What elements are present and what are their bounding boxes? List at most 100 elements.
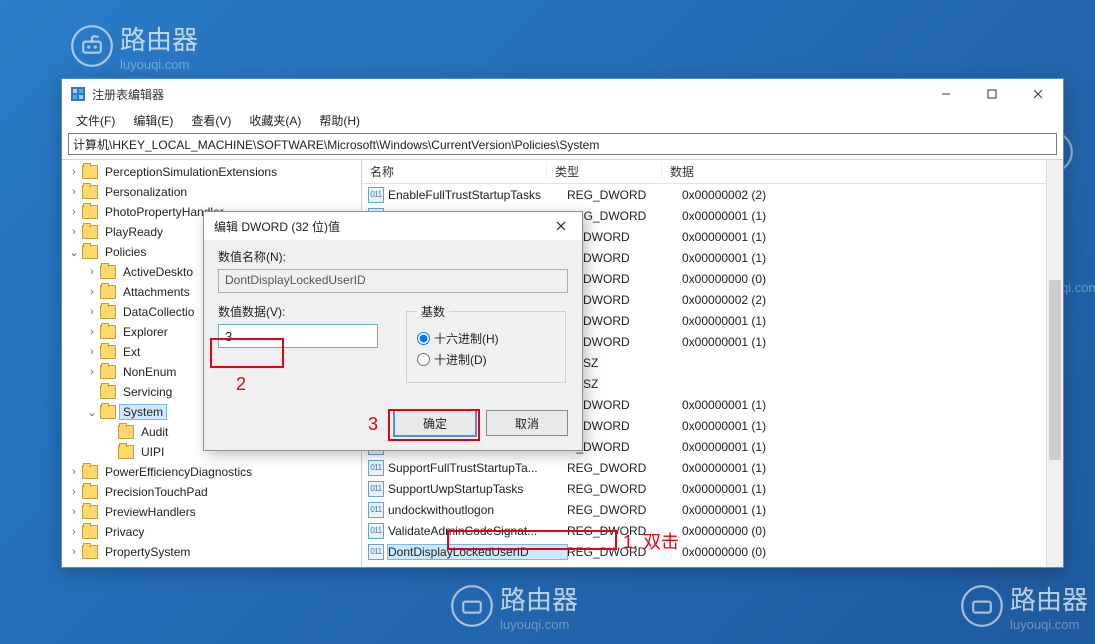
tree-toggle-icon[interactable]: · xyxy=(104,446,116,458)
tree-toggle-icon[interactable]: › xyxy=(86,326,98,338)
radio-dec[interactable] xyxy=(417,353,430,366)
folder-icon xyxy=(100,405,116,419)
folder-icon xyxy=(100,365,116,379)
menu-edit[interactable]: 编辑(E) xyxy=(125,110,181,131)
value-data-input[interactable] xyxy=(218,324,378,348)
tree-item-label: Ext xyxy=(120,345,143,359)
cell-type: G_DWORD xyxy=(567,440,682,454)
folder-icon xyxy=(82,165,98,179)
tree-toggle-icon[interactable]: ⌄ xyxy=(86,406,98,419)
menu-file[interactable]: 文件(F) xyxy=(68,110,123,131)
folder-icon xyxy=(82,485,98,499)
tree-item-label: Attachments xyxy=(120,285,193,299)
tree-item-perceptionsimulationextensions[interactable]: › PerceptionSimulationExtensions xyxy=(68,162,361,182)
folder-icon xyxy=(100,325,116,339)
tree-toggle-icon[interactable]: › xyxy=(68,546,80,558)
menu-favorites[interactable]: 收藏夹(A) xyxy=(241,110,309,131)
cell-type: G_DWORD xyxy=(567,335,682,349)
dialog-close-button[interactable] xyxy=(544,214,578,238)
cell-name: DontDisplayLockedUserID xyxy=(388,545,567,559)
tree-item-powerefficiencydiagnostics[interactable]: ›PowerEfficiencyDiagnostics xyxy=(68,462,361,482)
cell-data: 0x00000001 (1) xyxy=(682,230,1063,244)
tree-toggle-icon[interactable]: › xyxy=(68,526,80,538)
folder-icon xyxy=(82,505,98,519)
tree-toggle-icon[interactable]: › xyxy=(86,366,98,378)
dword-value-icon: 011 xyxy=(368,523,384,539)
cell-type: G_DWORD xyxy=(567,293,682,307)
tree-toggle-icon[interactable]: › xyxy=(68,486,80,498)
menu-help[interactable]: 帮助(H) xyxy=(311,110,368,131)
cell-type: G_DWORD xyxy=(567,272,682,286)
registry-value-row[interactable]: 011SupportUwpStartupTasksREG_DWORD0x0000… xyxy=(362,478,1063,499)
cell-data: 0x00000001 (1) xyxy=(682,440,1063,454)
menu-view[interactable]: 查看(V) xyxy=(183,110,239,131)
col-header-type[interactable]: 类型 xyxy=(547,163,662,180)
dword-value-icon: 011 xyxy=(368,187,384,203)
cell-type: G_DWORD xyxy=(567,251,682,265)
cell-type: G_DWORD xyxy=(567,230,682,244)
cell-data: 0x00000001 (1) xyxy=(682,419,1063,433)
radio-hex[interactable] xyxy=(417,332,430,345)
cell-type: REG_DWORD xyxy=(567,209,682,223)
dword-value-icon: 011 xyxy=(368,460,384,476)
tree-toggle-icon[interactable]: › xyxy=(68,506,80,518)
tree-toggle-icon[interactable]: · xyxy=(86,386,98,398)
cell-data: 0x00000002 (2) xyxy=(682,293,1063,307)
cell-data: 0x00000001 (1) xyxy=(682,209,1063,223)
cell-data: 0x00000000 (0) xyxy=(682,272,1063,286)
tree-item-previewhandlers[interactable]: › PreviewHandlers xyxy=(68,502,361,522)
tree-item-label: DataCollectio xyxy=(120,305,197,319)
radio-hex-label: 十六进制(H) xyxy=(434,330,499,347)
col-header-data[interactable]: 数据 xyxy=(662,163,1063,180)
folder-icon xyxy=(82,525,98,539)
titlebar[interactable]: 注册表编辑器 xyxy=(62,79,1063,109)
vertical-scrollbar[interactable] xyxy=(1046,160,1063,567)
value-name-label: 数值名称(N): xyxy=(218,248,568,265)
tree-item-personalization[interactable]: ›Personalization xyxy=(68,182,361,202)
tree-toggle-icon[interactable]: › xyxy=(68,466,80,478)
tree-toggle-icon[interactable]: › xyxy=(68,166,80,178)
cancel-button[interactable]: 取消 xyxy=(486,410,568,436)
tree-item-label: PreviewHandlers xyxy=(102,505,199,519)
cell-name: EnableFullTrustStartupTasks xyxy=(388,188,567,202)
address-bar[interactable]: 计算机\HKEY_LOCAL_MACHINE\SOFTWARE\Microsof… xyxy=(68,133,1057,155)
cell-data: 0x00000001 (1) xyxy=(682,335,1063,349)
cell-type: REG_DWORD xyxy=(567,545,682,559)
registry-value-row[interactable]: 011ValidateAdminCodeSignat...REG_DWORD0x… xyxy=(362,520,1063,541)
tree-toggle-icon[interactable]: › xyxy=(68,226,80,238)
tree-toggle-icon[interactable]: › xyxy=(86,306,98,318)
tree-toggle-icon[interactable]: › xyxy=(86,346,98,358)
folder-icon xyxy=(100,385,116,399)
col-header-name[interactable]: 名称 xyxy=(362,163,547,180)
tree-toggle-icon[interactable]: › xyxy=(68,186,80,198)
folder-icon xyxy=(82,545,98,559)
dialog-titlebar[interactable]: 编辑 DWORD (32 位)值 xyxy=(204,212,582,240)
tree-item-propertysystem[interactable]: ›PropertySystem xyxy=(68,542,361,562)
tree-item-privacy[interactable]: ›Privacy xyxy=(68,522,361,542)
list-header: 名称 类型 数据 xyxy=(362,160,1063,184)
registry-value-row[interactable]: 011DontDisplayLockedUserIDREG_DWORD0x000… xyxy=(362,541,1063,562)
ok-button[interactable]: 确定 xyxy=(394,410,476,436)
close-button[interactable] xyxy=(1015,79,1061,109)
tree-toggle-icon[interactable]: · xyxy=(104,426,116,438)
tree-toggle-icon[interactable]: › xyxy=(86,266,98,278)
registry-value-row[interactable]: 011EnableFullTrustStartupTasksREG_DWORD0… xyxy=(362,184,1063,205)
tree-item-label: ActiveDeskto xyxy=(120,265,196,279)
router-logo-icon xyxy=(450,584,494,628)
registry-value-row[interactable]: 011SupportFullTrustStartupTa...REG_DWORD… xyxy=(362,457,1063,478)
tree-item-precisiontouchpad[interactable]: ›PrecisionTouchPad xyxy=(68,482,361,502)
tree-toggle-icon[interactable]: › xyxy=(68,206,80,218)
tree-item-label: PerceptionSimulationExtensions xyxy=(102,165,280,179)
cell-type: REG_DWORD xyxy=(567,482,682,496)
tree-toggle-icon[interactable]: › xyxy=(86,286,98,298)
cell-type: G_SZ xyxy=(567,356,682,370)
minimize-button[interactable] xyxy=(923,79,969,109)
cell-type: REG_DWORD xyxy=(567,461,682,475)
tree-toggle-icon[interactable]: ⌄ xyxy=(68,246,80,259)
tree-item-label: Policies xyxy=(102,245,149,259)
registry-value-row[interactable]: 011undockwithoutlogonREG_DWORD0x00000001… xyxy=(362,499,1063,520)
cell-data: 0x00000001 (1) xyxy=(682,398,1063,412)
cell-data: 0x00000000 (0) xyxy=(682,524,1063,538)
maximize-button[interactable] xyxy=(969,79,1015,109)
regedit-app-icon xyxy=(70,86,86,102)
